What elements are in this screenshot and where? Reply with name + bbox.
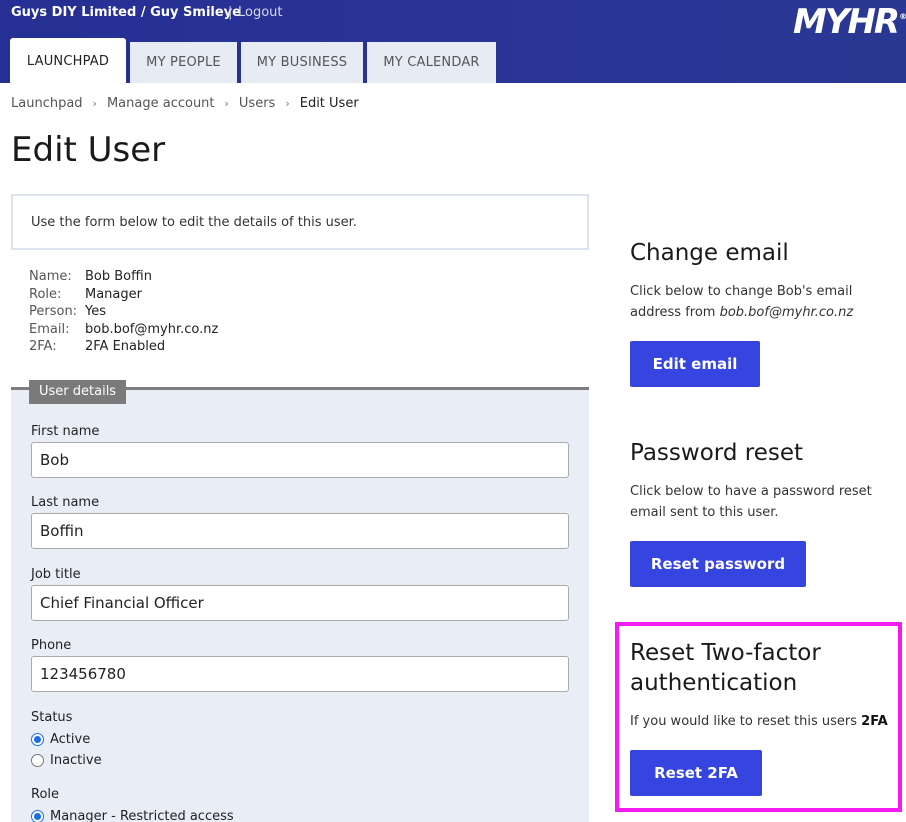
role-manager-restricted-radio[interactable]: Manager - Restricted access: [31, 809, 234, 822]
tab-my-people[interactable]: MY PEOPLE: [130, 42, 237, 83]
info-key: Name:: [29, 269, 72, 284]
job-title-label: Job title: [31, 567, 81, 582]
edit-email-button[interactable]: Edit email: [630, 341, 760, 387]
user-details-fieldset: User details First name Bob Last name Bo…: [11, 380, 589, 822]
breadcrumb-separator: ›: [92, 97, 97, 110]
role-option-label: Manager - Restricted access: [50, 809, 234, 822]
role-label: Role: [31, 787, 60, 802]
breadcrumb-separator: ›: [224, 97, 229, 110]
radio-unselected-icon[interactable]: [31, 754, 44, 767]
page-title: Edit User: [11, 130, 166, 170]
password-reset-text: Click below to have a password reset ema…: [630, 484, 872, 520]
breadcrumb-launchpad[interactable]: Launchpad: [11, 96, 83, 111]
two-factor-text: If you would like to reset this users 2F…: [630, 711, 890, 732]
logo-registered-mark: ®: [899, 12, 906, 21]
phone-label: Phone: [31, 638, 72, 653]
status-active-radio[interactable]: Active: [31, 732, 90, 747]
info-value: Yes: [85, 304, 106, 319]
change-email-heading: Change email: [630, 240, 789, 266]
info-row-person: Person: Yes: [29, 303, 218, 321]
password-reset-heading: Password reset: [630, 440, 803, 466]
info-value: Manager: [85, 286, 142, 302]
info-row-role: Role: Manager: [29, 286, 218, 304]
first-name-input[interactable]: Bob: [31, 442, 569, 478]
phone-input[interactable]: 123456780: [31, 656, 569, 692]
header-separator: |: [228, 5, 233, 20]
info-key: Email:: [29, 321, 70, 337]
tab-my-business[interactable]: MY BUSINESS: [241, 42, 363, 83]
top-header: Guys DIY Limited / Guy Smileye | Logout …: [0, 0, 906, 84]
company-name: Guys DIY Limited / Guy Smileye: [11, 5, 241, 20]
breadcrumb-separator: ›: [285, 97, 290, 110]
change-email-address: bob.bof@myhr.co.nz: [719, 305, 854, 320]
first-name-label: First name: [31, 424, 100, 439]
info-value: 2FA Enabled: [85, 339, 166, 354]
breadcrumb-current: Edit User: [299, 96, 359, 111]
status-inactive-radio[interactable]: Inactive: [31, 753, 102, 768]
breadcrumb: Launchpad › Manage account › Users › Edit User: [11, 96, 359, 111]
info-row-email: Email: bob.bof@myhr.co.nz: [29, 321, 218, 339]
info-key: Person:: [29, 304, 78, 319]
reset-2fa-button[interactable]: Reset 2FA: [630, 750, 762, 796]
info-key: Role:: [29, 286, 62, 302]
two-factor-text-prefix: If you would like to reset this users: [630, 714, 862, 729]
breadcrumb-manage-account[interactable]: Manage account: [107, 96, 215, 111]
status-label: Status: [31, 710, 73, 725]
radio-selected-icon[interactable]: [31, 810, 44, 822]
two-factor-text-bold: 2FA: [861, 714, 888, 729]
tab-launchpad[interactable]: LAUNCHPAD: [10, 38, 126, 84]
breadcrumb-users[interactable]: Users: [239, 96, 275, 111]
info-value: Bob Boffin: [85, 269, 152, 284]
logout-link[interactable]: Logout: [238, 5, 283, 20]
intro-box: Use the form below to edit the details o…: [11, 194, 589, 250]
tab-my-calendar[interactable]: MY CALENDAR: [367, 42, 496, 83]
radio-selected-icon[interactable]: [31, 733, 44, 746]
info-row-name: Name: Bob Boffin: [29, 268, 218, 286]
status-active-label: Active: [50, 732, 91, 747]
reset-password-button[interactable]: Reset password: [630, 541, 806, 587]
two-factor-heading: Reset Two-factor authentication: [630, 640, 821, 696]
last-name-label: Last name: [31, 495, 100, 510]
status-inactive-label: Inactive: [50, 753, 102, 768]
last-name-input[interactable]: Boffin: [31, 513, 569, 549]
info-key: 2FA:: [29, 339, 57, 354]
info-value: bob.bof@myhr.co.nz: [85, 321, 219, 337]
info-row-2fa: 2FA: 2FA Enabled: [29, 338, 218, 356]
myhr-logo[interactable]: MYHR®: [793, 2, 906, 42]
change-email-text: Click below to change Bob's email addres…: [630, 281, 890, 323]
user-summary: Name: Bob Boffin Role: Manager Person: Yes …: [29, 268, 218, 356]
job-title-input[interactable]: Chief Financial Officer: [31, 585, 569, 621]
logo-text: MYHR: [793, 2, 900, 42]
fieldset-legend: User details: [29, 380, 127, 404]
